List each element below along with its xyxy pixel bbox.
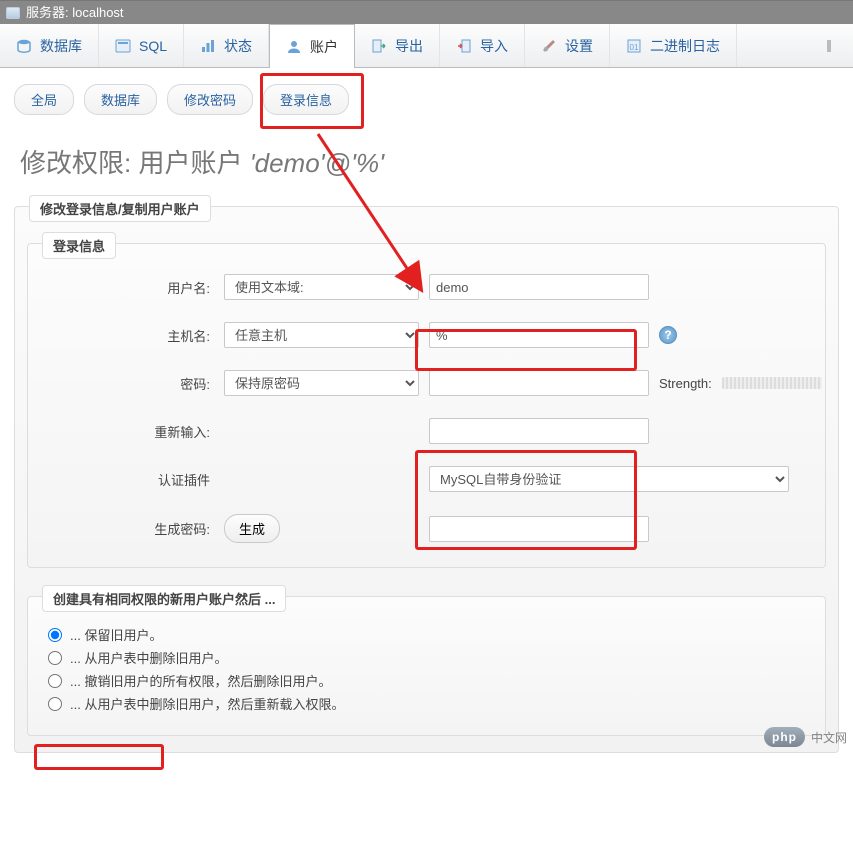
tab-accounts[interactable]: 账户	[269, 24, 355, 68]
host-input[interactable]	[429, 322, 649, 348]
tab-sql[interactable]: SQL	[99, 24, 184, 67]
genpwd-label: 生成密码:	[44, 519, 214, 538]
radio-label: ... 从用户表中删除旧用户，然后重新载入权限。	[70, 694, 344, 713]
tab-spacer	[737, 24, 805, 67]
radio-list: ... 保留旧用户。 ... 从用户表中删除旧用户。 ... 撤销旧用户的所有权…	[44, 617, 809, 721]
radio-revoke-delete-input[interactable]	[48, 674, 62, 688]
subtab-global[interactable]: 全局	[14, 84, 74, 115]
subtab-logininfo[interactable]: 登录信息	[263, 84, 349, 115]
authplugin-select[interactable]: MySQL自带身份验证	[429, 466, 789, 492]
svg-text:01: 01	[630, 43, 639, 52]
import-icon	[456, 38, 472, 54]
subtab-database[interactable]: 数据库	[84, 84, 157, 115]
server-title: 服务器: localhost	[26, 1, 124, 25]
tab-database[interactable]: 数据库	[0, 24, 99, 67]
radio-keep-old-input[interactable]	[48, 628, 62, 642]
row-authplugin: 认证插件 MySQL自带身份验证	[44, 466, 809, 492]
username-label: 用户名:	[44, 278, 214, 297]
host-mode-select[interactable]: 任意主机	[224, 322, 419, 348]
sql-icon	[115, 38, 131, 54]
subtab-changepwd[interactable]: 修改密码	[167, 84, 253, 115]
window-titlebar: 服务器: localhost	[0, 0, 853, 24]
username-input[interactable]	[429, 274, 649, 300]
tab-status[interactable]: 状态	[184, 24, 269, 67]
tab-import[interactable]: 导入	[440, 24, 525, 67]
title-prefix: 修改权限: 用户账户	[20, 148, 250, 178]
tab-label: 数据库	[40, 36, 82, 56]
settings-icon	[541, 38, 557, 54]
password-label: 密码:	[44, 374, 214, 393]
fieldset-login-info: 登录信息 用户名: 使用文本域: 主机名: 任意主机 ? 密码: 保持原密	[27, 243, 826, 568]
group-legend: 修改登录信息/复制用户账户	[29, 195, 211, 222]
genpwd-input[interactable]	[429, 516, 649, 542]
radio-label: ... 保留旧用户。	[70, 625, 162, 644]
authplugin-label: 认证插件	[44, 470, 214, 489]
database-icon	[16, 38, 32, 54]
tab-label: SQL	[139, 38, 167, 54]
group-edit-login: 修改登录信息/复制用户账户 登录信息 用户名: 使用文本域: 主机名: 任意主机…	[14, 206, 839, 753]
watermark-text: 中文网	[811, 729, 847, 746]
row-password: 密码: 保持原密码 Strength:	[44, 370, 809, 396]
tab-binlog[interactable]: 01 二进制日志	[610, 24, 737, 67]
generate-button[interactable]: 生成	[224, 514, 280, 543]
export-icon	[371, 38, 387, 54]
accounts-icon	[286, 39, 302, 55]
radio-delete-reload-input[interactable]	[48, 697, 62, 711]
radio-keep-old[interactable]: ... 保留旧用户。	[48, 623, 805, 646]
help-icon[interactable]: ?	[659, 326, 677, 344]
row-genpwd: 生成密码: 生成	[44, 514, 809, 543]
radio-label: ... 从用户表中删除旧用户。	[70, 648, 227, 667]
watermark-logo: php	[764, 727, 805, 747]
page-title: 修改权限: 用户账户 'demo'@'%'	[0, 121, 853, 184]
row-host: 主机名: 任意主机 ?	[44, 322, 809, 348]
strength-label: Strength:	[659, 376, 712, 391]
more-icon	[821, 38, 837, 54]
radio-delete-old-input[interactable]	[48, 651, 62, 665]
tab-label: 导出	[395, 36, 423, 56]
title-account: 'demo'@'%'	[250, 148, 384, 178]
radio-revoke-delete[interactable]: ... 撤销旧用户的所有权限，然后删除旧用户。	[48, 669, 805, 692]
strength-bar	[722, 377, 822, 389]
tab-settings[interactable]: 设置	[525, 24, 610, 67]
row-retype: 重新输入:	[44, 418, 809, 444]
fieldset-legend: 登录信息	[42, 232, 116, 259]
password-mode-select[interactable]: 保持原密码	[224, 370, 419, 396]
username-mode-select[interactable]: 使用文本域:	[224, 274, 419, 300]
binlog-icon: 01	[626, 38, 642, 54]
fieldset-copy-user: 创建具有相同权限的新用户账户然后 ... ... 保留旧用户。 ... 从用户表…	[27, 596, 826, 736]
row-username: 用户名: 使用文本域:	[44, 274, 809, 300]
radio-delete-reload[interactable]: ... 从用户表中删除旧用户，然后重新载入权限。	[48, 692, 805, 715]
password-input[interactable]	[429, 370, 649, 396]
retype-input[interactable]	[429, 418, 649, 444]
status-icon	[200, 38, 216, 54]
copy-legend: 创建具有相同权限的新用户账户然后 ...	[42, 585, 286, 612]
tab-label: 二进制日志	[650, 36, 720, 56]
host-label: 主机名:	[44, 326, 214, 345]
tab-more[interactable]	[805, 24, 853, 67]
tab-label: 状态	[224, 36, 252, 56]
tab-label: 导入	[480, 36, 508, 56]
server-icon	[6, 7, 20, 19]
watermark: php 中文网	[764, 727, 847, 747]
tab-export[interactable]: 导出	[355, 24, 440, 67]
tab-label: 设置	[565, 36, 593, 56]
sub-tabs: 全局 数据库 修改密码 登录信息	[0, 68, 853, 121]
radio-label: ... 撤销旧用户的所有权限，然后删除旧用户。	[70, 671, 331, 690]
tab-label: 账户	[310, 37, 338, 57]
top-tabs: 数据库 SQL 状态 账户 导出 导入 设置	[0, 24, 853, 68]
radio-delete-old[interactable]: ... 从用户表中删除旧用户。	[48, 646, 805, 669]
retype-label: 重新输入:	[44, 422, 214, 441]
